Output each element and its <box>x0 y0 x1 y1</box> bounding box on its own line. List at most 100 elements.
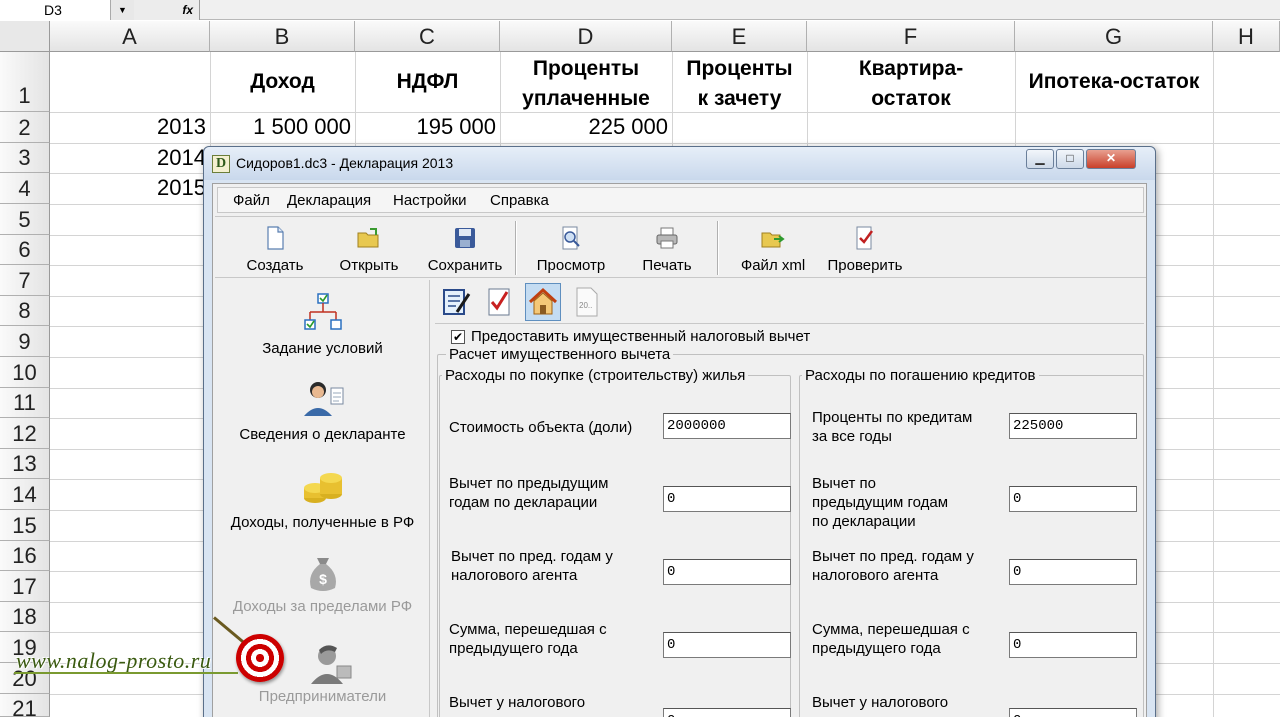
loan-interest-label: Проценты по кредитам за все годы <box>812 409 973 445</box>
loan-interest-input[interactable]: 225000 <box>1009 413 1137 439</box>
deduction-checkbox[interactable]: ✔ <box>451 330 465 344</box>
tax-agent-deduction-input[interactable]: 0 <box>663 708 791 717</box>
cell-e1-line1[interactable]: Проценты <box>672 54 807 84</box>
row-header-2[interactable]: 2 <box>0 112 50 143</box>
nav-conditions-label: Задание условий <box>262 340 383 357</box>
row-header-14[interactable]: 14 <box>0 479 50 510</box>
cell-d2[interactable]: 225 000 <box>500 114 668 140</box>
preview-label: Просмотр <box>536 257 606 274</box>
title-bar[interactable]: D Сидоров1.dc3 - Декларация 2013 ▁ □ ✕ <box>204 147 1155 180</box>
prior-years-deduction-input[interactable]: 0 <box>663 486 791 512</box>
cell-c1[interactable]: НДФЛ <box>355 67 500 97</box>
row-header-9[interactable]: 9 <box>0 326 50 357</box>
tab-declaration-form[interactable] <box>438 283 474 321</box>
cell-a2[interactable]: 2013 <box>50 114 206 140</box>
name-box-dropdown-icon[interactable]: ▼ <box>110 0 134 20</box>
row-header-10[interactable]: 10 <box>0 357 50 388</box>
nav-declarant[interactable]: Сведения о декларанте <box>215 376 430 443</box>
select-all-corner[interactable] <box>0 21 50 52</box>
row-header-1[interactable]: 1 <box>0 52 50 112</box>
cell-e1-line2[interactable]: к зачету <box>672 84 807 114</box>
menu-help[interactable]: Справка <box>490 192 549 209</box>
row-header-12[interactable]: 12 <box>0 418 50 449</box>
fx-icon[interactable]: fx <box>134 0 200 20</box>
column-header-d[interactable]: D <box>500 21 672 52</box>
column-header-a[interactable]: A <box>50 21 210 52</box>
create-button[interactable]: Создать <box>233 219 317 275</box>
column-header-g[interactable]: G <box>1015 21 1213 52</box>
carried-over-input[interactable]: 0 <box>663 632 791 658</box>
app-icon[interactable]: D <box>212 155 230 173</box>
column-header-c[interactable]: C <box>355 21 500 52</box>
maximize-button[interactable]: □ <box>1056 149 1084 169</box>
loan-agent-deduction-label: Вычет по пред. годам у налогового агента <box>812 548 974 584</box>
row-header-4[interactable]: 4 <box>0 173 50 204</box>
xml-file-button[interactable]: Файл xml <box>731 219 815 275</box>
row-header-21[interactable]: 21 <box>0 694 50 717</box>
tab-document[interactable]: 20.. <box>569 283 605 321</box>
menu-bar: Файл Декларация Настройки Справка <box>217 187 1144 213</box>
loan-tax-agent-input[interactable]: 0 <box>1009 708 1137 717</box>
person-icon <box>303 382 343 416</box>
entrepreneur-icon <box>311 645 352 684</box>
tax-agent-deduction-label: Вычет у налогового <box>449 694 586 711</box>
loan-prior-years-input[interactable]: 0 <box>1009 486 1137 512</box>
cell-g1[interactable]: Ипотека-остаток <box>1015 67 1213 97</box>
row-header-8[interactable]: 8 <box>0 296 50 326</box>
column-header-f[interactable]: F <box>807 21 1015 52</box>
document-icon-label: 20.. <box>579 301 592 310</box>
close-button[interactable]: ✕ <box>1086 149 1136 169</box>
cell-f1-line1[interactable]: Квартира- <box>807 54 1015 84</box>
agent-deduction-label: Вычет по пред. годам у налогового агента <box>451 548 613 584</box>
save-button[interactable]: Сохранить <box>415 219 515 275</box>
page-tab-bar: 20.. <box>435 280 1144 324</box>
cell-d1-line2[interactable]: уплаченные <box>500 84 672 114</box>
row-header-11[interactable]: 11 <box>0 388 50 418</box>
row-header-7[interactable]: 7 <box>0 265 50 296</box>
house-icon <box>528 287 558 315</box>
nav-income-rf[interactable]: Доходы, полученные в РФ <box>215 466 430 531</box>
object-cost-input[interactable]: 2000000 <box>663 413 791 439</box>
checklist-icon <box>488 288 510 316</box>
cell-d1-line1[interactable]: Проценты <box>500 54 672 84</box>
loan-expenses-legend: Расходы по погашению кредитов <box>805 367 1036 384</box>
cell-b2[interactable]: 1 500 000 <box>210 114 351 140</box>
row-header-3[interactable]: 3 <box>0 143 50 173</box>
menu-file[interactable]: Файл <box>233 192 270 209</box>
column-header-b[interactable]: B <box>210 21 355 52</box>
cell-a4[interactable]: 2015 <box>50 175 206 201</box>
preview-icon <box>562 226 580 250</box>
loan-carried-over-input[interactable]: 0 <box>1009 632 1137 658</box>
cell-a3[interactable]: 2014 <box>50 145 206 171</box>
nav-conditions[interactable]: Задание условий <box>215 290 430 357</box>
menu-declaration[interactable]: Декларация <box>287 192 371 209</box>
row-header-13[interactable]: 13 <box>0 449 50 479</box>
save-label: Сохранить <box>427 257 503 274</box>
row-header-16[interactable]: 16 <box>0 541 50 571</box>
printer-icon <box>656 227 678 249</box>
gridline <box>1213 52 1214 717</box>
column-header-e[interactable]: E <box>672 21 807 52</box>
row-header-5[interactable]: 5 <box>0 204 50 235</box>
column-header-h[interactable]: H <box>1213 21 1280 52</box>
cell-c2[interactable]: 195 000 <box>355 114 496 140</box>
row-header-6[interactable]: 6 <box>0 235 50 265</box>
menu-settings[interactable]: Настройки <box>393 192 467 209</box>
tab-property-deduction[interactable] <box>525 283 561 321</box>
cell-b1[interactable]: Доход <box>210 67 355 97</box>
open-button[interactable]: Открыть <box>327 219 411 275</box>
tab-checklist[interactable] <box>482 283 518 321</box>
row-header-15[interactable]: 15 <box>0 510 50 541</box>
agent-deduction-input[interactable]: 0 <box>663 559 791 585</box>
check-button[interactable]: Проверить <box>819 219 911 275</box>
watermark-underline <box>14 672 238 674</box>
minimize-button[interactable]: ▁ <box>1026 149 1054 169</box>
loan-agent-deduction-input[interactable]: 0 <box>1009 559 1137 585</box>
hierarchy-icon <box>303 293 342 330</box>
cell-f1-line2[interactable]: остаток <box>807 84 1015 114</box>
row-header-17[interactable]: 17 <box>0 571 50 602</box>
nav-income-abroad[interactable]: $ Доходы за пределами РФ <box>215 552 430 615</box>
print-button[interactable]: Печать <box>625 219 709 275</box>
preview-button[interactable]: Просмотр <box>525 219 617 275</box>
row-header-18[interactable]: 18 <box>0 602 50 632</box>
